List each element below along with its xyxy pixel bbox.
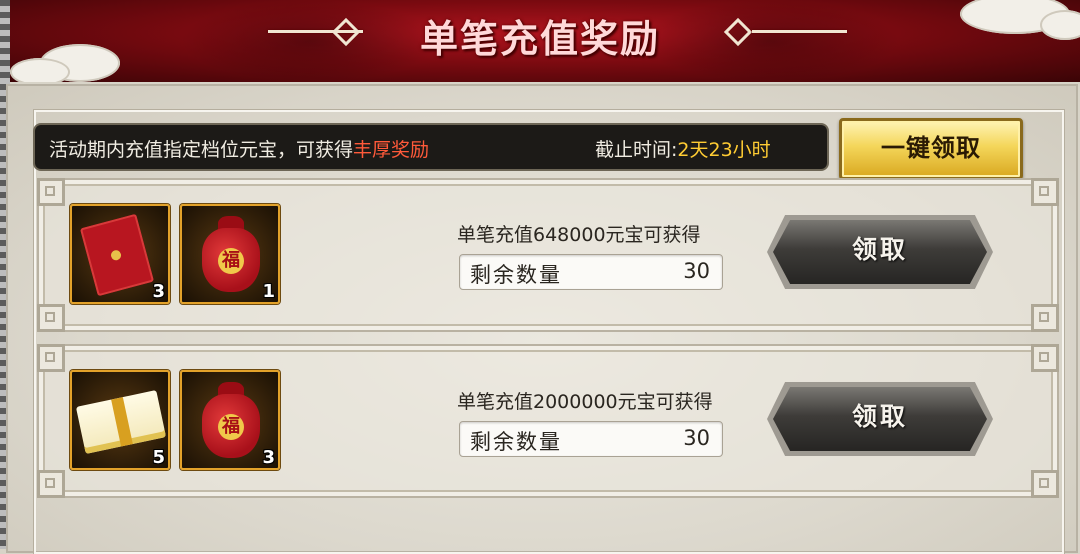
reward-row-title: 单笔充值648000元宝可获得 [457, 224, 701, 246]
corner-ornament-icon [37, 304, 65, 332]
remaining-quantity-value: 30 [683, 259, 710, 283]
claim-button-row-1[interactable]: 领取 [767, 215, 993, 289]
remaining-quantity-box: 剩余数量 30 [459, 421, 723, 457]
claim-button-label: 领取 [851, 235, 908, 264]
corner-ornament-icon [1031, 344, 1059, 372]
remaining-quantity-box: 剩余数量 30 [459, 254, 723, 290]
corner-ornament-icon [1031, 304, 1059, 332]
gold-gift-box-icon [75, 390, 167, 454]
corner-ornament-icon [37, 470, 65, 498]
corner-ornament-icon [1031, 470, 1059, 498]
reward-item-red-envelope[interactable]: 3 [70, 204, 170, 304]
lucky-bag-character: 福 [218, 414, 244, 440]
claim-all-button[interactable]: 一键领取 [839, 118, 1023, 180]
remaining-quantity-value: 30 [683, 426, 710, 450]
corner-ornament-icon [37, 178, 65, 206]
deadline-value: 2天23小时 [677, 139, 771, 161]
remaining-quantity-label: 剩余数量 [470, 430, 562, 454]
item-count: 5 [152, 447, 165, 468]
reward-row-title: 单笔充值2000000元宝可获得 [457, 391, 713, 413]
item-count: 3 [152, 281, 165, 302]
event-description: 活动期内充值指定档位元宝，可获得丰厚奖励 [49, 135, 429, 162]
red-envelope-icon [79, 213, 155, 297]
claim-button-label: 领取 [851, 402, 908, 431]
info-bar: 活动期内充值指定档位元宝，可获得丰厚奖励 截止时间:2天23小时 [35, 125, 827, 169]
corner-ornament-icon [37, 344, 65, 372]
deadline: 截止时间:2天23小时 [595, 135, 771, 162]
header-banner: 单笔充值奖励 [0, 0, 1080, 82]
item-count: 3 [262, 447, 275, 468]
page-title: 单笔充值奖励 [419, 16, 660, 61]
event-reward-highlight: 丰厚奖励 [353, 139, 430, 161]
reward-item-gold-gift-box[interactable]: 5 [70, 370, 170, 470]
deadline-label: 截止时间: [595, 139, 678, 161]
lucky-bag-character: 福 [218, 248, 244, 274]
event-description-text: 活动期内充值指定档位元宝，可获得 [49, 139, 354, 161]
reward-item-lucky-bag[interactable]: 福 1 [180, 204, 280, 304]
remaining-quantity-label: 剩余数量 [470, 263, 562, 287]
item-count: 1 [262, 281, 275, 302]
reward-item-lucky-bag[interactable]: 福 3 [180, 370, 280, 470]
claim-button-row-2[interactable]: 领取 [767, 382, 993, 456]
corner-ornament-icon [1031, 178, 1059, 206]
